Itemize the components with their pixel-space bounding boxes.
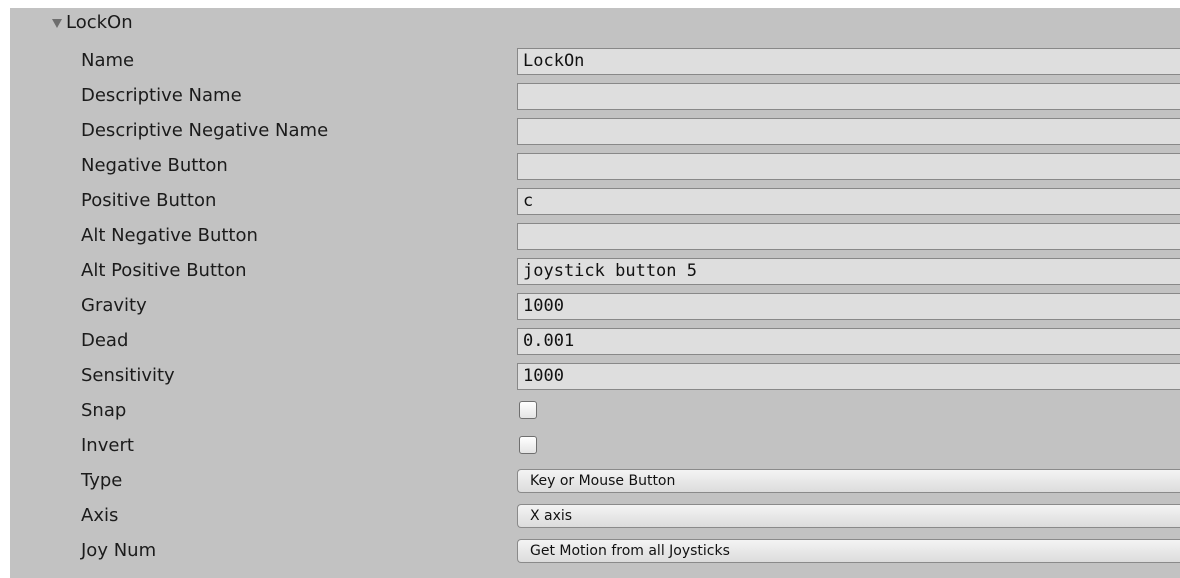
alt-positive-button-label: Alt Positive Button bbox=[81, 260, 247, 281]
snap-checkbox[interactable] bbox=[519, 401, 537, 419]
row-sensitivity: Sensitivity 1000 bbox=[10, 361, 1180, 396]
name-field[interactable]: LockOn bbox=[517, 48, 1180, 75]
axis-label: Axis bbox=[81, 505, 119, 526]
positive-button-label: Positive Button bbox=[81, 190, 217, 211]
axis-properties: Name LockOn Descriptive Name Descriptive… bbox=[10, 46, 1180, 571]
name-label: Name bbox=[81, 50, 135, 71]
lockon-foldout[interactable]: LockOn bbox=[52, 8, 133, 36]
axis-dropdown[interactable]: X axis bbox=[517, 504, 1180, 528]
foldout-title: LockOn bbox=[66, 11, 133, 33]
sensitivity-field[interactable]: 1000 bbox=[517, 363, 1180, 390]
row-invert: Invert bbox=[10, 431, 1180, 466]
row-name: Name LockOn bbox=[10, 46, 1180, 81]
joy-num-label: Joy Num bbox=[81, 540, 157, 561]
descriptive-name-field[interactable] bbox=[517, 83, 1180, 110]
type-dropdown[interactable]: Key or Mouse Button bbox=[517, 469, 1180, 493]
row-alt-positive-button: Alt Positive Button joystick button 5 bbox=[10, 256, 1180, 291]
row-descriptive-name: Descriptive Name bbox=[10, 81, 1180, 116]
alt-negative-button-label: Alt Negative Button bbox=[81, 225, 258, 246]
inspector-panel: LockOn Name LockOn Descriptive Name Desc… bbox=[10, 8, 1180, 578]
negative-button-label: Negative Button bbox=[81, 155, 228, 176]
negative-button-field[interactable] bbox=[517, 153, 1180, 180]
foldout-arrow-icon[interactable] bbox=[52, 18, 62, 28]
descriptive-negative-name-label: Descriptive Negative Name bbox=[81, 120, 329, 141]
row-dead: Dead 0.001 bbox=[10, 326, 1180, 361]
type-label: Type bbox=[81, 470, 123, 491]
row-negative-button: Negative Button bbox=[10, 151, 1180, 186]
invert-checkbox[interactable] bbox=[519, 436, 537, 454]
gravity-label: Gravity bbox=[81, 295, 147, 316]
snap-label: Snap bbox=[81, 400, 127, 421]
positive-button-field[interactable]: c bbox=[517, 188, 1180, 215]
row-joy-num: Joy Num Get Motion from all Joysticks bbox=[10, 536, 1180, 571]
row-snap: Snap bbox=[10, 396, 1180, 431]
gravity-field[interactable]: 1000 bbox=[517, 293, 1180, 320]
row-type: Type Key or Mouse Button bbox=[10, 466, 1180, 501]
alt-negative-button-field[interactable] bbox=[517, 223, 1180, 250]
row-axis: Axis X axis bbox=[10, 501, 1180, 536]
row-alt-negative-button: Alt Negative Button bbox=[10, 221, 1180, 256]
descriptive-name-label: Descriptive Name bbox=[81, 85, 242, 106]
row-positive-button: Positive Button c bbox=[10, 186, 1180, 221]
dead-label: Dead bbox=[81, 330, 129, 351]
sensitivity-label: Sensitivity bbox=[81, 365, 175, 386]
joy-num-dropdown[interactable]: Get Motion from all Joysticks bbox=[517, 539, 1180, 563]
row-descriptive-negative-name: Descriptive Negative Name bbox=[10, 116, 1180, 151]
dead-field[interactable]: 0.001 bbox=[517, 328, 1180, 355]
alt-positive-button-field[interactable]: joystick button 5 bbox=[517, 258, 1180, 285]
invert-label: Invert bbox=[81, 435, 134, 456]
descriptive-negative-name-field[interactable] bbox=[517, 118, 1180, 145]
row-gravity: Gravity 1000 bbox=[10, 291, 1180, 326]
